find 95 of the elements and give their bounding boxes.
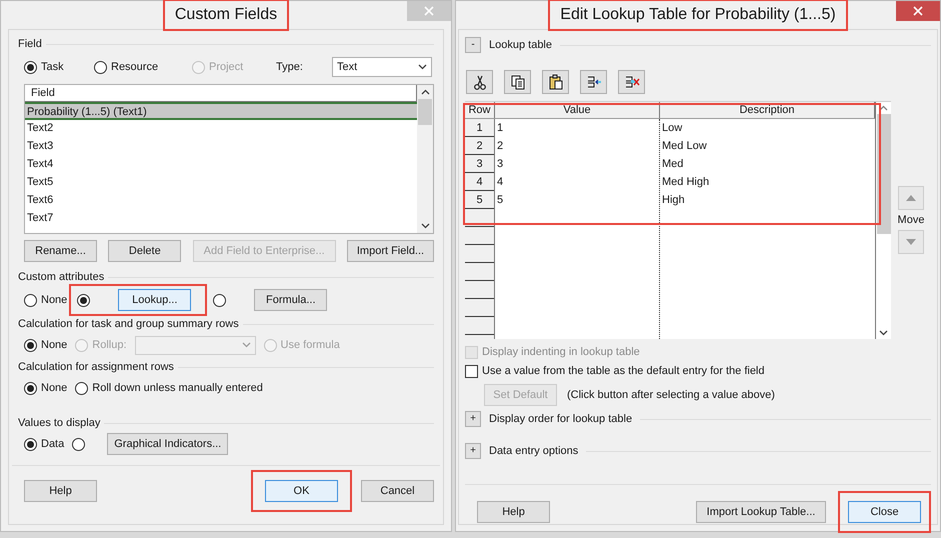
section-label: Display order for lookup table (489, 412, 632, 427)
section-label: Data entry options (489, 444, 578, 459)
group-label: Values to display (18, 416, 100, 431)
toolbar-button[interactable] (466, 70, 493, 94)
close-button[interactable] (896, 1, 940, 21)
table-cell-text: 5 (496, 193, 504, 208)
close-icon (913, 6, 923, 16)
checkbox[interactable] (465, 365, 478, 378)
triangle-up-icon (906, 194, 916, 201)
table-cell-text: High (661, 193, 686, 208)
radio-button[interactable] (77, 294, 90, 306)
group-label: Custom attributes (18, 270, 104, 285)
radio-label: Roll down unless manually entered (92, 380, 263, 396)
table-cell-text: Med (661, 157, 684, 172)
scrollbar[interactable] (417, 85, 433, 233)
radio-label: Task (41, 60, 64, 75)
row-number: 2 (465, 137, 494, 155)
field-list-item[interactable]: Text6 (25, 192, 417, 210)
radio-label: Use formula (280, 338, 340, 353)
scrollbar-thumb[interactable] (418, 99, 432, 125)
checkbox-label: Use a value from the table as the default entry for the field (482, 364, 764, 380)
radio-label: Project (209, 60, 244, 75)
toolbar-button[interactable] (580, 70, 607, 94)
group-label: Field (18, 36, 42, 52)
type-dropdown[interactable]: Text (332, 57, 432, 77)
chevron-down-icon (242, 342, 251, 348)
radio-button[interactable] (94, 60, 107, 74)
column-header: Description (660, 102, 875, 118)
radio-button[interactable] (24, 338, 37, 352)
dialog-button[interactable]: Close (848, 501, 921, 523)
toolbar-button[interactable] (542, 70, 569, 94)
table-cell-text: 2 (496, 139, 504, 154)
paste-icon (548, 74, 564, 90)
radio-label: Data (41, 436, 64, 452)
row-number: 3 (465, 155, 494, 173)
radio-button[interactable] (72, 438, 86, 450)
section-toggle[interactable]: + (465, 411, 481, 427)
radio-button[interactable] (24, 60, 37, 74)
column-header: Value (495, 102, 660, 118)
dialog-button[interactable]: OK (265, 480, 338, 502)
hint-text: (Click button after selecting a value above) (567, 388, 775, 403)
field-list-item[interactable]: Text5 (25, 174, 417, 192)
section-label: Lookup table (489, 38, 552, 53)
close-icon (424, 6, 434, 16)
scrollbar[interactable] (875, 102, 891, 339)
row-number: 4 (465, 173, 494, 191)
radio-button[interactable] (24, 382, 37, 394)
table-cell-text: 1 (496, 121, 504, 136)
table-cell-text: Med Low (661, 139, 708, 154)
radio-label: Rollup: (92, 338, 127, 353)
row-number: 5 (465, 191, 494, 209)
delete-row-icon (624, 74, 640, 90)
radio-label: Resource (111, 60, 158, 75)
row-number: 1 (465, 119, 494, 137)
table-cell-text: Low (661, 121, 684, 136)
insert-row-icon (586, 74, 602, 90)
radio-button[interactable] (24, 294, 37, 306)
triangle-down-icon (906, 239, 916, 246)
copy-icon (510, 74, 526, 90)
dialog-button[interactable]: Rename... (24, 240, 97, 262)
dialog-button[interactable]: Import Field... (346, 240, 434, 262)
radio-button[interactable] (24, 438, 37, 450)
field-list-item[interactable]: Text2 (25, 120, 417, 138)
dialog-button[interactable]: Cancel (361, 480, 434, 502)
section-toggle[interactable]: - (465, 37, 481, 53)
group-label: Calculation for assignment rows (18, 360, 174, 375)
radio-label: None (41, 292, 68, 308)
dialog-button[interactable]: Delete (108, 240, 182, 262)
field-list-item[interactable]: Probability (1...5) (Text1) (25, 102, 417, 120)
radio-label: None (41, 338, 68, 353)
table-cell-text: 3 (496, 157, 504, 172)
field-list-item[interactable]: Text4 (25, 156, 417, 174)
dialog-button[interactable]: Lookup... (118, 289, 192, 311)
scissors-icon (472, 74, 488, 90)
dialog-button[interactable]: Formula... (254, 289, 328, 311)
dialog-button[interactable]: Help (477, 501, 550, 523)
move-label: Move (898, 212, 924, 228)
radio-label: None (41, 380, 68, 396)
table-cell-text: 4 (496, 175, 504, 190)
column-header: Row (465, 102, 495, 118)
checkbox-label: Display indenting in lookup table (482, 345, 640, 360)
radio-button[interactable] (213, 294, 226, 306)
radio-button[interactable] (75, 382, 88, 394)
type-label: Type: (276, 60, 304, 75)
field-list-item[interactable]: Text3 (25, 138, 417, 156)
dialog-button[interactable]: Import Lookup Table... (696, 501, 826, 523)
dialog-button[interactable]: Graphical Indicators... (107, 433, 228, 455)
group-label: Calculation for task and group summary rows (18, 316, 239, 332)
field-list-item[interactable]: Text7 (25, 210, 417, 228)
section-toggle[interactable]: + (465, 443, 481, 459)
toolbar-button[interactable] (504, 70, 531, 94)
chevron-down-icon (418, 64, 427, 70)
toolbar-button[interactable] (618, 70, 645, 94)
table-cell-text: Med High (661, 175, 710, 190)
dialog-button[interactable]: Help (24, 480, 97, 502)
